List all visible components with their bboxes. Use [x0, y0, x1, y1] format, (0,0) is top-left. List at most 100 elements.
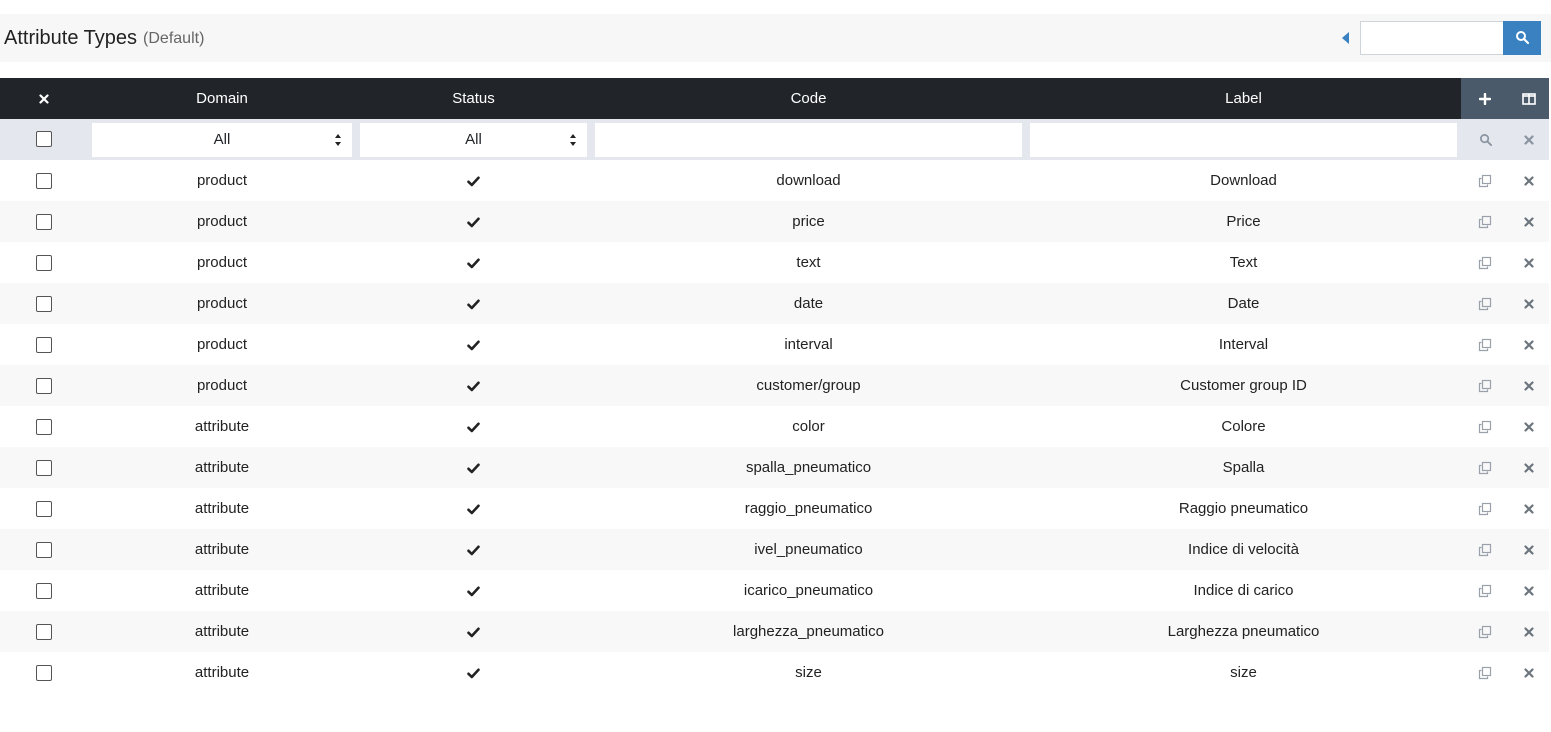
- row-delete-button[interactable]: [1509, 406, 1549, 447]
- row-copy-button[interactable]: [1461, 529, 1509, 570]
- table-row[interactable]: product price Price: [0, 201, 1549, 242]
- row-delete-button[interactable]: [1509, 283, 1549, 324]
- row-delete-button[interactable]: [1509, 242, 1549, 283]
- check-icon: [467, 459, 480, 476]
- row-status: [356, 611, 591, 652]
- select-all-checkbox[interactable]: [36, 131, 52, 148]
- row-copy-button[interactable]: [1461, 160, 1509, 201]
- row-delete-button[interactable]: [1509, 447, 1549, 488]
- columns-button[interactable]: [1509, 78, 1549, 119]
- filter-domain-select[interactable]: All: [92, 122, 352, 157]
- column-header-domain[interactable]: Domain: [88, 78, 356, 119]
- table-row[interactable]: product customer/group Customer group ID: [0, 365, 1549, 406]
- column-header-status[interactable]: Status: [356, 78, 591, 119]
- row-status: [356, 283, 591, 324]
- row-checkbox[interactable]: [36, 624, 52, 641]
- row-copy-button[interactable]: [1461, 570, 1509, 611]
- row-checkbox[interactable]: [36, 173, 52, 190]
- row-domain: attribute: [194, 664, 250, 681]
- row-delete-button[interactable]: [1509, 570, 1549, 611]
- row-label: Indice di carico: [1193, 582, 1294, 599]
- table-row[interactable]: product text Text: [0, 242, 1549, 283]
- row-domain: product: [196, 172, 248, 189]
- row-checkbox[interactable]: [36, 460, 52, 477]
- row-label: Download: [1210, 172, 1277, 189]
- row-checkbox[interactable]: [36, 542, 52, 559]
- row-checkbox[interactable]: [36, 255, 52, 272]
- row-code: ivel_pneumatico: [754, 541, 863, 558]
- row-status: [356, 160, 591, 201]
- table-row[interactable]: attribute size size: [0, 652, 1549, 693]
- table-row[interactable]: attribute larghezza_pneumatico Larghezza…: [0, 611, 1549, 652]
- row-checkbox[interactable]: [36, 583, 52, 600]
- caret-left-icon[interactable]: [1339, 30, 1353, 46]
- row-checkbox[interactable]: [36, 665, 52, 682]
- row-delete-button[interactable]: [1509, 529, 1549, 570]
- filter-code-input[interactable]: [595, 122, 1022, 157]
- row-delete-button[interactable]: [1509, 611, 1549, 652]
- row-delete-button[interactable]: [1509, 365, 1549, 406]
- row-status: [356, 447, 591, 488]
- row-copy-button[interactable]: [1461, 365, 1509, 406]
- check-icon: [467, 295, 480, 312]
- row-delete-button[interactable]: [1509, 652, 1549, 693]
- row-domain: product: [196, 336, 248, 353]
- row-copy-button[interactable]: [1461, 447, 1509, 488]
- select-arrows-icon: [335, 133, 341, 146]
- times-icon: [1519, 376, 1539, 396]
- row-status: [356, 201, 591, 242]
- filter-label-input[interactable]: [1030, 122, 1457, 157]
- table-row[interactable]: attribute color Colore: [0, 406, 1549, 447]
- row-delete-button[interactable]: [1509, 201, 1549, 242]
- row-domain: product: [196, 213, 248, 230]
- row-copy-button[interactable]: [1461, 406, 1509, 447]
- row-status: [356, 488, 591, 529]
- row-label: Colore: [1221, 418, 1266, 435]
- table-row[interactable]: product download Download: [0, 160, 1549, 201]
- row-select-cell: [0, 406, 88, 447]
- row-copy-button[interactable]: [1461, 652, 1509, 693]
- copy-icon: [1475, 499, 1495, 519]
- row-checkbox[interactable]: [36, 501, 52, 518]
- column-header-label[interactable]: Label: [1026, 78, 1461, 119]
- search-button[interactable]: [1503, 21, 1541, 55]
- row-copy-button[interactable]: [1461, 488, 1509, 529]
- row-copy-button[interactable]: [1461, 611, 1509, 652]
- row-checkbox[interactable]: [36, 337, 52, 354]
- table-row[interactable]: product interval Interval: [0, 324, 1549, 365]
- row-delete-button[interactable]: [1509, 160, 1549, 201]
- row-copy-button[interactable]: [1461, 242, 1509, 283]
- unselect-all-button[interactable]: [0, 78, 88, 119]
- filter-domain-value: All: [213, 130, 231, 148]
- row-checkbox[interactable]: [36, 296, 52, 313]
- table-row[interactable]: attribute raggio_pneumatico Raggio pneum…: [0, 488, 1549, 529]
- row-code: icarico_pneumatico: [743, 582, 874, 599]
- row-code: text: [796, 254, 821, 271]
- page-title: Attribute Types (Default): [4, 14, 204, 62]
- row-delete-button[interactable]: [1509, 324, 1549, 365]
- row-delete-button[interactable]: [1509, 488, 1549, 529]
- row-copy-button[interactable]: [1461, 324, 1509, 365]
- row-copy-button[interactable]: [1461, 201, 1509, 242]
- column-header-code[interactable]: Code: [591, 78, 1026, 119]
- row-checkbox[interactable]: [36, 378, 52, 395]
- check-icon: [467, 213, 480, 230]
- times-icon: [1519, 499, 1539, 519]
- table-row[interactable]: attribute spalla_pneumatico Spalla: [0, 447, 1549, 488]
- select-arrows-icon: [570, 133, 576, 146]
- row-checkbox[interactable]: [36, 419, 52, 436]
- table-row[interactable]: attribute ivel_pneumatico Indice di velo…: [0, 529, 1549, 570]
- filter-status-select[interactable]: All: [360, 122, 587, 157]
- row-domain: product: [196, 295, 248, 312]
- row-label: Price: [1226, 213, 1261, 230]
- filter-clear-button[interactable]: [1509, 119, 1549, 160]
- filter-search-button[interactable]: [1461, 119, 1509, 160]
- row-code: interval: [784, 336, 833, 353]
- search-input[interactable]: [1360, 21, 1504, 55]
- add-button[interactable]: [1461, 78, 1509, 119]
- table-row[interactable]: attribute icarico_pneumatico Indice di c…: [0, 570, 1549, 611]
- table-row[interactable]: product date Date: [0, 283, 1549, 324]
- row-copy-button[interactable]: [1461, 283, 1509, 324]
- times-icon: [1519, 663, 1539, 683]
- row-checkbox[interactable]: [36, 214, 52, 231]
